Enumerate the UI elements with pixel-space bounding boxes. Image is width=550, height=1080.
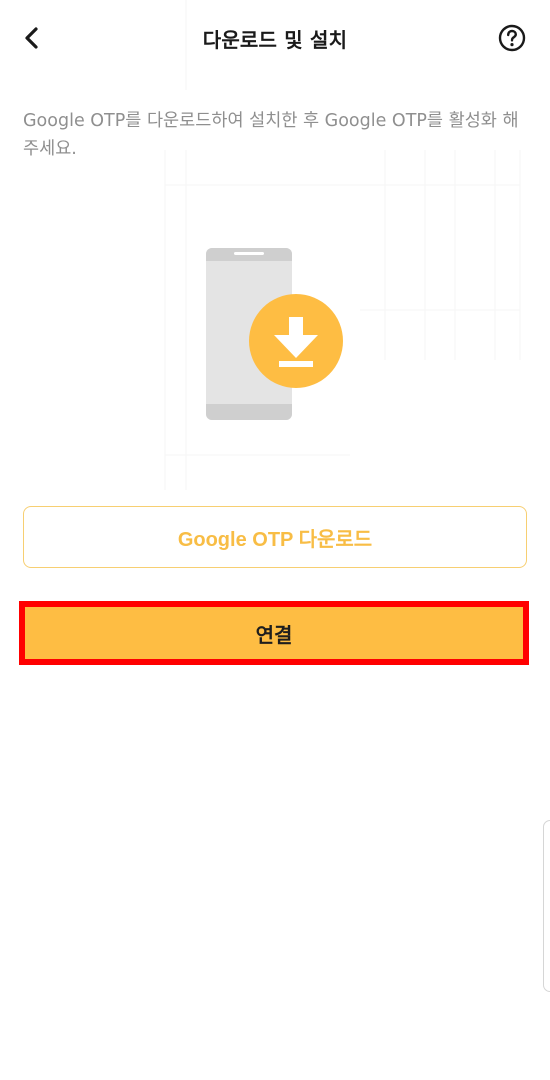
side-panel-handle[interactable] (543, 820, 550, 992)
connect-button[interactable]: 연결 (19, 601, 529, 665)
question-circle-icon (498, 24, 526, 52)
download-arrow-icon (249, 294, 343, 388)
page-title: 다운로드 및 설치 (202, 28, 348, 52)
app-header: 다운로드 및 설치 (0, 0, 550, 76)
google-otp-download-button[interactable]: Google OTP 다운로드 (23, 506, 527, 568)
download-illustration (206, 248, 343, 420)
instruction-text: Google OTP를 다운로드하여 설치한 후 Google OTP를 활성화… (23, 111, 519, 159)
help-button[interactable] (494, 20, 530, 56)
